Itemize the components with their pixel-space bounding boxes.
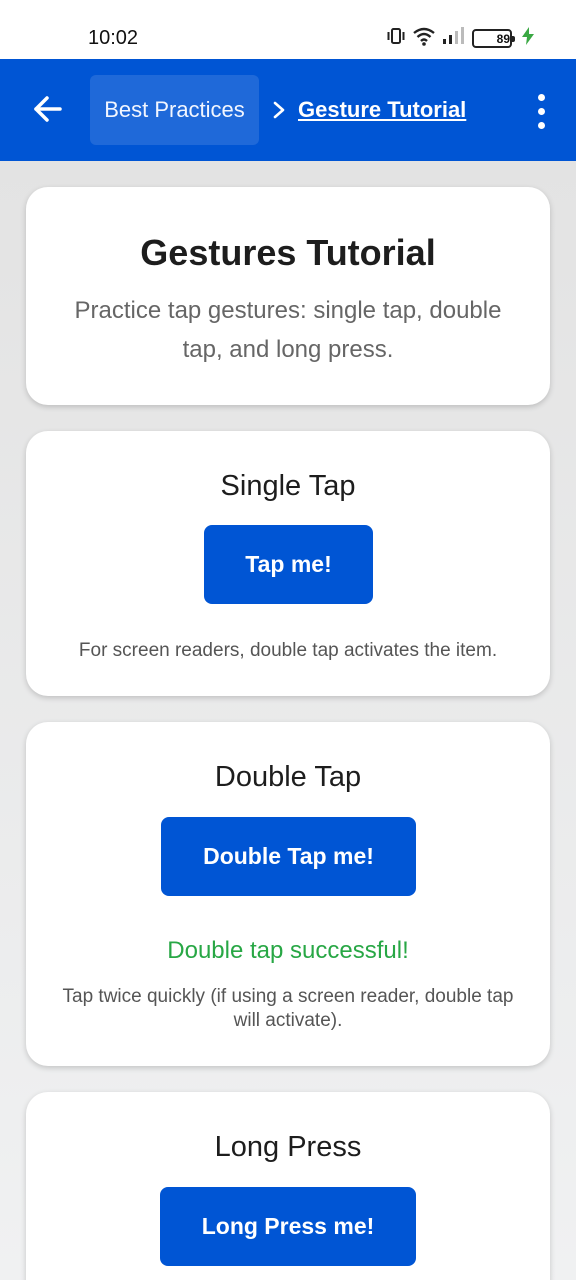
status-bar: 10:02 89 — [0, 0, 576, 59]
double-tap-note: Tap twice quickly (if using a screen rea… — [62, 986, 514, 1031]
double-tap-success-message: Double tap successful! — [167, 937, 409, 964]
battery-level: 89 — [496, 31, 510, 46]
double-tap-me-button[interactable]: Double Tap me! — [161, 817, 416, 896]
back-button[interactable] — [26, 89, 70, 133]
breadcrumb-current[interactable]: Gesture Tutorial — [298, 95, 466, 125]
main-content[interactable]: Gestures Tutorial Practice tap gestures:… — [0, 161, 576, 1280]
arrow-left-icon — [33, 95, 63, 128]
more-options-button[interactable] — [521, 87, 561, 135]
signal-icon — [442, 26, 466, 51]
intro-card: Gestures Tutorial Practice tap gestures:… — [26, 187, 550, 405]
vibrate-icon — [386, 26, 406, 51]
status-time: 10:02 — [88, 27, 139, 49]
more-vertical-icon — [537, 93, 545, 129]
intro-description: Practice tap gestures: single tap, doubl… — [74, 297, 502, 363]
long-press-card: Long Press Long Press me! — [26, 1092, 550, 1280]
single-tap-note: For screen readers, double tap activates… — [78, 640, 498, 661]
single-tap-card: Single Tap Tap me! For screen readers, d… — [26, 431, 550, 696]
charging-icon — [522, 27, 534, 50]
app-bar: Best Practices Gesture Tutorial — [0, 59, 576, 161]
wifi-icon — [412, 26, 436, 51]
double-tap-card: Double Tap Double Tap me! Double tap suc… — [26, 722, 550, 1066]
page-title: Gestures Tutorial — [140, 232, 436, 273]
status-icons: 89 — [386, 26, 534, 51]
breadcrumb-parent-link[interactable]: Best Practices — [90, 75, 259, 145]
chevron-right-icon — [268, 95, 290, 125]
double-tap-title: Double Tap — [214, 761, 362, 793]
long-press-me-button[interactable]: Long Press me! — [160, 1187, 416, 1266]
single-tap-title: Single Tap — [220, 470, 356, 502]
battery-icon: 89 — [472, 29, 515, 48]
long-press-title: Long Press — [214, 1131, 362, 1163]
tap-me-button[interactable]: Tap me! — [204, 525, 373, 604]
